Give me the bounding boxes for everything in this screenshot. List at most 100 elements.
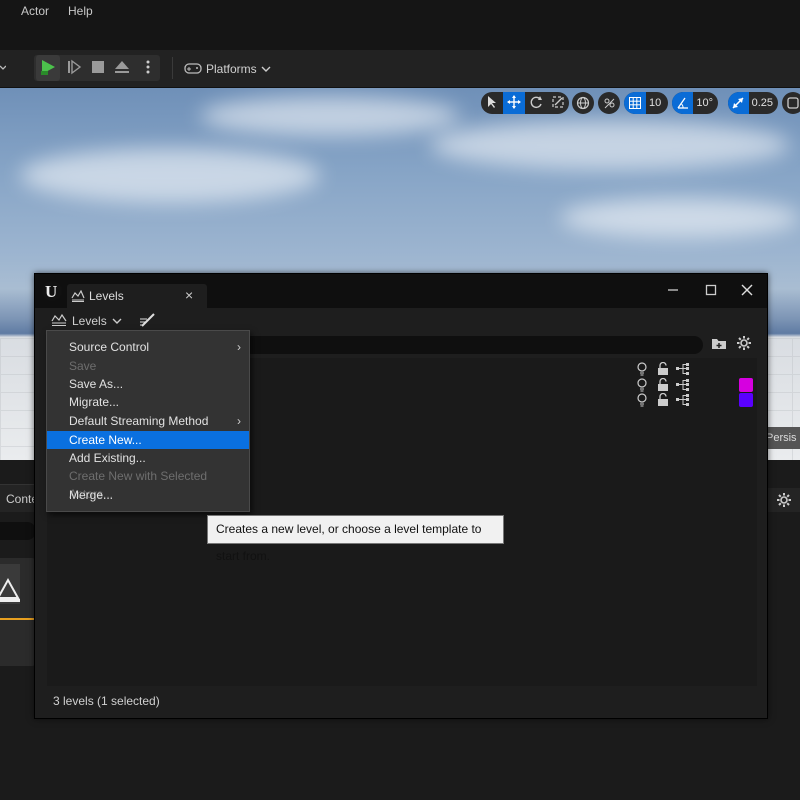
level-color-swatch[interactable] — [739, 378, 753, 392]
menu-item-label: Save As... — [69, 377, 124, 391]
lightbulb-icon[interactable] — [637, 393, 647, 410]
square-icon — [782, 92, 800, 114]
unlocked-icon[interactable] — [657, 361, 669, 379]
level-color-swatch[interactable] — [739, 364, 753, 378]
world-space-button[interactable] — [572, 92, 594, 114]
play-icon — [39, 58, 57, 79]
rotation-snap-value[interactable]: 10° — [693, 97, 718, 109]
levels-search-input[interactable] — [243, 336, 703, 354]
chevron-down-icon[interactable] — [0, 62, 7, 76]
sky-cloud — [560, 198, 800, 238]
close-tab-icon[interactable]: × — [185, 287, 193, 303]
unlocked-icon[interactable] — [657, 392, 669, 410]
menu-bar: Actor Help — [0, 0, 800, 50]
tab-levels[interactable]: Levels × — [67, 284, 207, 308]
settings-gear-icon[interactable] — [768, 488, 800, 512]
chevron-right-icon: › — [237, 414, 241, 428]
play-button[interactable] — [36, 55, 60, 81]
menu-item-create-new-with-selected-actors[interactable]: Create New with Selected Actors... — [47, 467, 249, 501]
chevron-down-icon — [112, 314, 122, 328]
rotate-mode-button[interactable] — [525, 92, 547, 114]
translate-mode-button[interactable] — [503, 92, 525, 114]
overlay-text: Persis — [766, 432, 797, 444]
chevron-down-icon — [261, 62, 271, 76]
viewport-layout-button[interactable] — [782, 92, 800, 114]
sky-cloud — [200, 96, 460, 136]
more-options-button[interactable] — [136, 55, 160, 81]
levels-dropdown-button[interactable]: Levels — [51, 312, 122, 330]
stop-icon — [91, 60, 105, 77]
menu-help[interactable]: Help — [68, 4, 93, 18]
chevron-right-icon: › — [237, 340, 241, 354]
select-mode-button[interactable] — [481, 92, 503, 114]
menu-item-save-as[interactable]: Save As... — [47, 375, 249, 393]
minimize-icon[interactable] — [667, 284, 679, 299]
menu-item-label: Default Streaming Method — [69, 414, 209, 428]
levels-window-titlebar[interactable]: U Levels × — [35, 274, 767, 308]
level-asset-icon — [0, 568, 22, 607]
surface-snap-icon — [598, 92, 620, 114]
level-color-swatch[interactable] — [739, 393, 753, 407]
levels-icon — [51, 313, 67, 330]
maximize-icon[interactable] — [705, 284, 717, 299]
scale-arrow-icon — [728, 92, 749, 114]
level-row[interactable] — [633, 377, 757, 394]
step-forward-icon — [66, 59, 82, 78]
levels-status-text: 3 levels (1 selected) — [53, 694, 160, 708]
level-row[interactable] — [633, 361, 757, 379]
lightbulb-icon[interactable] — [637, 362, 647, 379]
platforms-label: Platforms — [206, 62, 257, 76]
close-window-icon[interactable] — [741, 284, 753, 299]
add-folder-icon[interactable] — [711, 336, 727, 353]
menu-item-label: Add Existing... — [69, 451, 146, 465]
menu-item-label: Migrate... — [69, 395, 120, 409]
levels-context-menu: Source Control › Save Save As... Migrate… — [46, 330, 250, 512]
hierarchy-icon[interactable] — [675, 393, 691, 410]
menu-actor[interactable]: Actor — [21, 4, 49, 18]
platforms-button[interactable]: Platforms — [184, 59, 271, 79]
create-new-tooltip: Creates a new level, or choose a level t… — [207, 515, 504, 563]
svg-text:U: U — [45, 282, 57, 301]
level-row[interactable] — [633, 392, 757, 410]
move-arrows-icon — [507, 94, 521, 112]
play-controls — [34, 55, 160, 81]
scale-snap-toggle[interactable]: 0.25 — [728, 92, 778, 114]
main-toolbar: Platforms — [0, 50, 800, 88]
menu-item-default-streaming-method[interactable]: Default Streaming Method › — [47, 412, 249, 430]
angle-icon — [672, 92, 694, 114]
grid-snap-toggle[interactable]: 10 — [624, 92, 668, 114]
content-search-bar[interactable] — [0, 522, 36, 540]
level-details-icon[interactable] — [139, 311, 157, 332]
unreal-logo-icon: U — [41, 280, 63, 305]
eject-icon — [114, 59, 130, 78]
levels-icon — [71, 289, 85, 305]
toolbar-divider — [172, 57, 173, 79]
globe-icon — [572, 92, 594, 114]
menu-item-label: Merge... — [69, 488, 114, 502]
settings-gear-icon[interactable] — [736, 335, 752, 354]
menu-item-save[interactable]: Save — [47, 357, 249, 375]
asset-tile[interactable] — [0, 558, 36, 666]
menu-item-label: Save — [69, 359, 97, 373]
rotation-snap-toggle[interactable]: 10° — [672, 92, 718, 114]
scale-snap-value[interactable]: 0.25 — [749, 97, 778, 109]
rotate-icon — [529, 95, 543, 112]
menu-item-source-control[interactable]: Source Control › — [47, 338, 249, 356]
scale-mode-button[interactable] — [547, 92, 569, 114]
surface-snap-button[interactable] — [598, 92, 620, 114]
step-button[interactable] — [62, 55, 86, 81]
menu-item-merge[interactable]: Merge... — [47, 486, 249, 504]
tab-levels-label: Levels — [89, 289, 124, 303]
menu-item-add-existing[interactable]: Add Existing... — [47, 449, 249, 467]
menu-item-label: Source Control — [69, 340, 150, 354]
grid-snap-value[interactable]: 10 — [646, 97, 666, 109]
transform-tools — [481, 92, 569, 114]
menu-item-migrate[interactable]: Migrate... — [47, 393, 249, 411]
menu-item-label: Create New... — [69, 433, 142, 447]
sky-cloud — [430, 120, 790, 170]
hierarchy-icon[interactable] — [675, 362, 691, 379]
eject-button[interactable] — [110, 55, 134, 81]
menu-item-create-new[interactable]: Create New... — [47, 431, 249, 449]
scale-icon — [551, 95, 565, 112]
stop-button[interactable] — [86, 55, 110, 81]
